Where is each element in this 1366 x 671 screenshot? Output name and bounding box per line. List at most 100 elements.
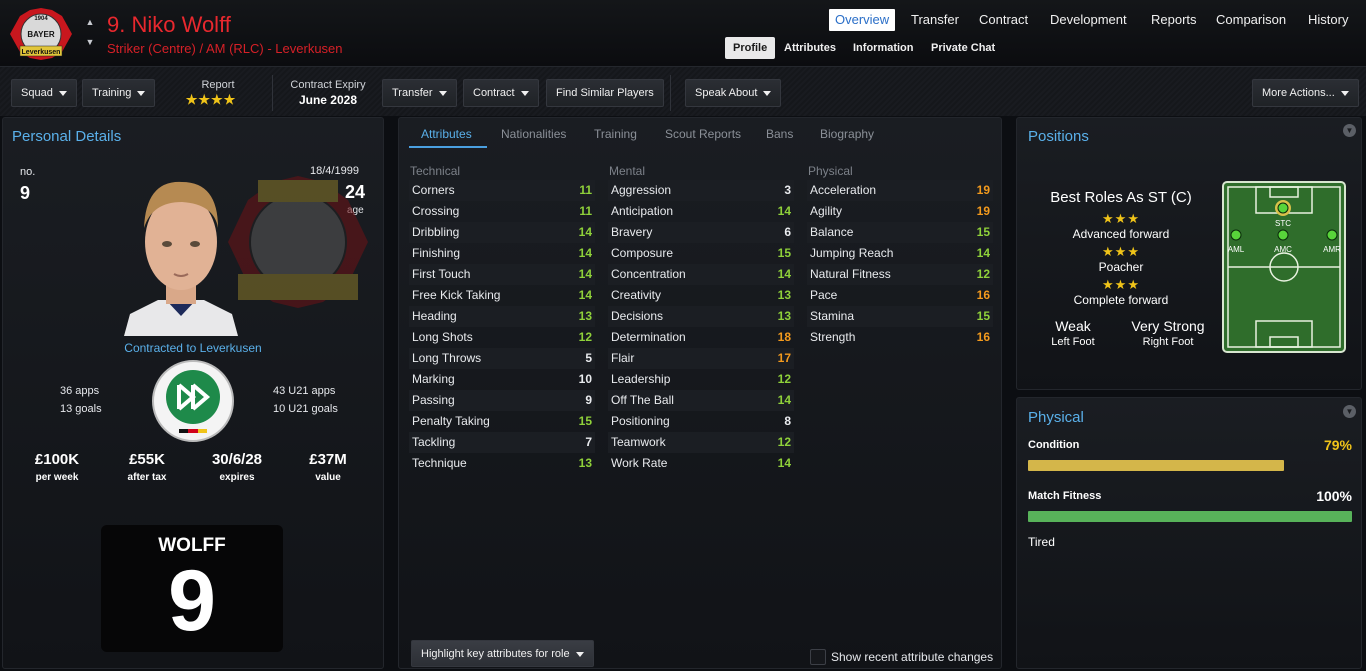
tab-scout-reports[interactable]: Scout Reports — [665, 127, 741, 141]
highlight-key-attributes-button[interactable]: Highlight key attributes for role — [411, 640, 594, 667]
attribute-row[interactable]: Off The Ball 14 — [608, 390, 794, 411]
positions-title: Positions — [1028, 128, 1089, 145]
market-value-label: value — [315, 472, 341, 483]
attribute-row[interactable]: Composure 15 — [608, 243, 794, 264]
subnav-private-chat[interactable]: Private Chat — [931, 37, 995, 59]
more-actions-button[interactable]: More Actions... — [1252, 79, 1359, 107]
attribute-name: Stamina — [810, 309, 855, 323]
nav-contract[interactable]: Contract — [979, 9, 1028, 31]
attribute-row[interactable]: Natural Fitness 12 — [807, 264, 993, 285]
attribute-value: 8 — [784, 414, 791, 428]
attribute-row[interactable]: Acceleration 19 — [807, 180, 993, 201]
find-similar-button[interactable]: Find Similar Players — [546, 79, 664, 107]
attribute-row[interactable]: Teamwork 12 — [608, 432, 794, 453]
attribute-row[interactable]: Corners 11 — [409, 180, 595, 201]
nav-history[interactable]: History — [1308, 9, 1348, 31]
match-fitness-value: 100% — [1316, 488, 1352, 504]
national-team-crest-icon[interactable] — [151, 359, 235, 443]
nav-reports[interactable]: Reports — [1151, 9, 1197, 31]
attribute-name: Concentration — [611, 267, 686, 281]
collapse-chevron-icon[interactable]: ▼ — [1343, 405, 1356, 418]
attribute-row[interactable]: Aggression 3 — [608, 180, 794, 201]
attribute-row[interactable]: Finishing 14 — [409, 243, 595, 264]
attribute-row[interactable]: Work Rate 14 — [608, 453, 794, 474]
nav-development[interactable]: Development — [1050, 9, 1127, 31]
nav-comparison[interactable]: Comparison — [1216, 9, 1286, 31]
contract-expiry-value: June 2028 — [298, 93, 358, 107]
attribute-row[interactable]: Creativity 13 — [608, 285, 794, 306]
attribute-name: Marking — [412, 372, 455, 386]
attribute-row[interactable]: Concentration 14 — [608, 264, 794, 285]
physical-status: Tired — [1028, 535, 1055, 549]
attribute-name: Leadership — [611, 372, 671, 386]
collapse-chevron-icon[interactable]: ▼ — [1343, 124, 1356, 137]
attribute-row[interactable]: Dribbling 14 — [409, 222, 595, 243]
nav-transfer[interactable]: Transfer — [911, 9, 959, 31]
tab-bans[interactable]: Bans — [766, 127, 793, 141]
next-player-arrow-icon[interactable]: ▼ — [84, 36, 96, 48]
attribute-value: 14 — [777, 267, 791, 281]
attribute-row[interactable]: Heading 13 — [409, 306, 595, 327]
attribute-row[interactable]: Stamina 15 — [807, 306, 993, 327]
attribute-row[interactable]: Jumping Reach 14 — [807, 243, 993, 264]
senior-apps: 36 apps — [60, 385, 100, 397]
attribute-row[interactable]: Strength 16 — [807, 327, 993, 348]
attribute-value: 19 — [976, 204, 990, 218]
attribute-name: Balance — [810, 225, 854, 239]
tab-attributes[interactable]: Attributes — [421, 127, 472, 141]
active-tab-indicator — [409, 146, 487, 148]
contract-button[interactable]: Contract — [463, 79, 539, 107]
show-recent-changes-checkbox[interactable] — [810, 649, 826, 665]
attribute-value: 6 — [784, 225, 791, 239]
attribute-row[interactable]: Flair 17 — [608, 348, 794, 369]
subnav-information[interactable]: Information — [853, 37, 914, 59]
previous-player-arrow-icon[interactable]: ▲ — [84, 16, 96, 28]
attribute-row[interactable]: Decisions 13 — [608, 306, 794, 327]
attribute-name: Tackling — [412, 435, 456, 449]
attribute-row[interactable]: Balance 15 — [807, 222, 993, 243]
role-2-name: Poacher — [1098, 260, 1144, 274]
tab-biography[interactable]: Biography — [820, 127, 874, 141]
attribute-row[interactable]: Long Shots 12 — [409, 327, 595, 348]
contract-expires-value: 30/6/28 — [211, 451, 263, 468]
transfer-button[interactable]: Transfer — [382, 79, 457, 107]
attribute-name: Determination — [611, 330, 686, 344]
physical-heading: Physical — [808, 164, 853, 178]
attribute-name: Crossing — [412, 204, 460, 218]
subnav-profile[interactable]: Profile — [725, 37, 776, 59]
attribute-row[interactable]: Positioning 8 — [608, 411, 794, 432]
attribute-row[interactable]: Leadership 12 — [608, 369, 794, 390]
attribute-row[interactable]: Free Kick Taking 14 — [409, 285, 595, 306]
attribute-row[interactable]: Determination 18 — [608, 327, 794, 348]
tab-training[interactable]: Training — [594, 127, 637, 141]
speak-about-button[interactable]: Speak About — [685, 79, 782, 107]
attribute-name: Long Throws — [412, 351, 482, 365]
attribute-row[interactable]: Long Throws 5 — [409, 348, 595, 369]
squad-number-label: no. — [20, 166, 36, 178]
training-button[interactable]: Training — [82, 79, 156, 107]
contracted-to-club-link[interactable]: Contracted to Leverkusen — [90, 341, 296, 355]
attribute-row[interactable]: Tackling 7 — [409, 432, 595, 453]
attribute-row[interactable]: Marking 10 — [409, 369, 595, 390]
attribute-row[interactable]: Anticipation 14 — [608, 201, 794, 222]
attribute-row[interactable]: Agility 19 — [807, 201, 993, 222]
wage-value: £100K — [34, 451, 80, 468]
attribute-row[interactable]: Passing 9 — [409, 390, 595, 411]
subnav-attributes[interactable]: Attributes — [784, 37, 836, 59]
tab-nationalities[interactable]: Nationalities — [501, 127, 566, 141]
attribute-value: 12 — [777, 435, 791, 449]
attribute-row[interactable]: First Touch 14 — [409, 264, 595, 285]
squad-button[interactable]: Squad — [11, 79, 77, 107]
transfer-label: Transfer — [392, 87, 433, 99]
attribute-row[interactable]: Penalty Taking 15 — [409, 411, 595, 432]
attribute-value: 15 — [777, 246, 791, 260]
attribute-row[interactable]: Crossing 11 — [409, 201, 595, 222]
report-label: Report — [201, 79, 235, 91]
attribute-name: Decisions — [611, 309, 664, 323]
attribute-row[interactable]: Bravery 6 — [608, 222, 794, 243]
attribute-row[interactable]: Pace 16 — [807, 285, 993, 306]
attribute-value: 12 — [777, 372, 791, 386]
nav-overview[interactable]: Overview — [829, 9, 896, 31]
attribute-row[interactable]: Technique 13 — [409, 453, 595, 474]
attribute-name: Dribbling — [412, 225, 460, 239]
